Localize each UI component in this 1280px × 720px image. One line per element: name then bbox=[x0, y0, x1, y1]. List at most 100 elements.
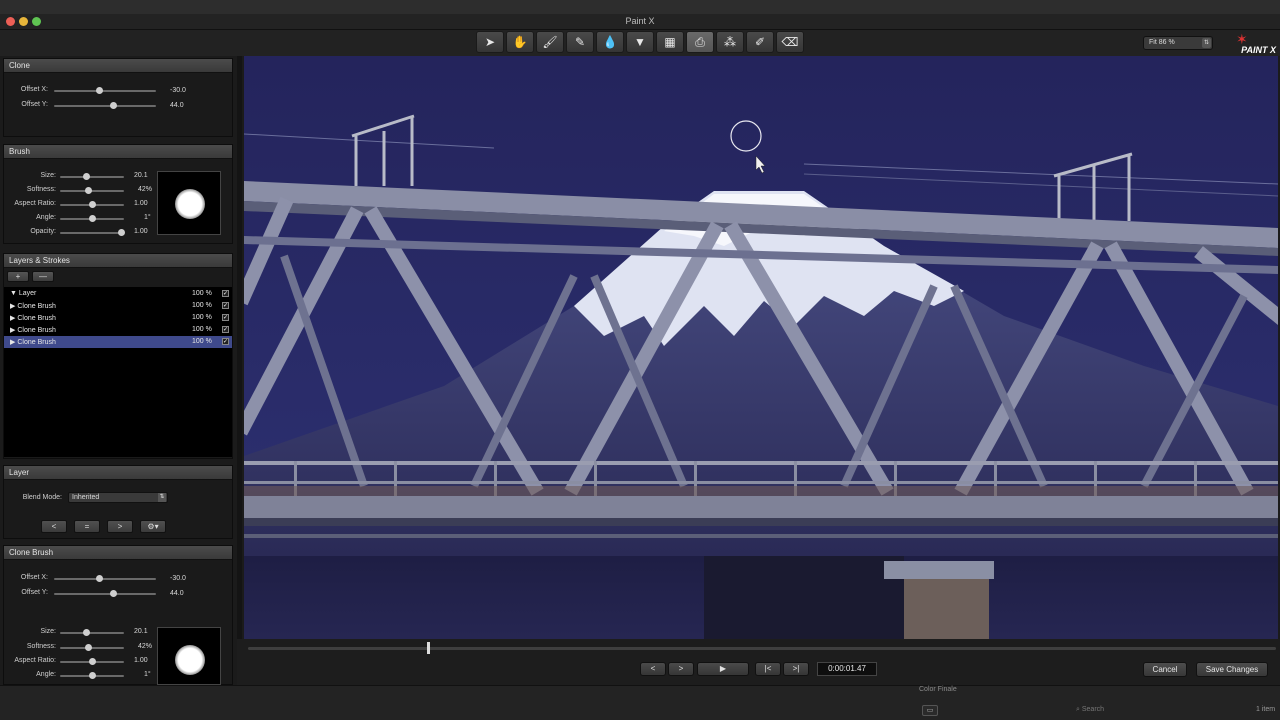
grid-tool-icon[interactable]: ▦ bbox=[656, 31, 684, 53]
clone-brush-panel-title: Clone Brush bbox=[4, 546, 232, 560]
cancel-button[interactable]: Cancel bbox=[1143, 662, 1187, 677]
layer-opacity: 100 % bbox=[192, 338, 212, 345]
slider-knob[interactable] bbox=[110, 102, 117, 109]
cb-offset-x-slider[interactable] bbox=[54, 575, 156, 582]
brush-softness-value[interactable]: 42% bbox=[138, 186, 152, 193]
slider-knob[interactable] bbox=[89, 215, 96, 222]
timeline-scrubber[interactable] bbox=[248, 647, 1276, 650]
select-tool-icon[interactable]: ➤ bbox=[476, 31, 504, 53]
brush-tool-icon[interactable]: 🖌 bbox=[536, 31, 564, 53]
previous-frame-button[interactable]: < bbox=[640, 662, 666, 676]
brush-angle-value[interactable]: 1° bbox=[144, 214, 151, 221]
image-canvas[interactable] bbox=[244, 56, 1278, 639]
timeline-playhead[interactable] bbox=[426, 642, 430, 654]
clone-offset-y-slider[interactable] bbox=[54, 102, 156, 109]
layer-visible-checkbox[interactable]: ✓ bbox=[222, 290, 229, 297]
layer-name: ▶ Clone Brush bbox=[10, 339, 56, 346]
brush-opacity-label: Opacity: bbox=[30, 228, 56, 235]
next-layer-button[interactable]: > bbox=[107, 520, 133, 533]
scatter-tool-icon[interactable]: ⁂ bbox=[716, 31, 744, 53]
brush-size-value[interactable]: 20.1 bbox=[134, 172, 148, 179]
clone-offset-x-slider[interactable] bbox=[54, 87, 156, 94]
list-item[interactable]: ▶ Clone Brush 100 % ✓ bbox=[4, 312, 232, 324]
cb-offset-y-slider[interactable] bbox=[54, 590, 156, 597]
previous-layer-button[interactable]: < bbox=[41, 520, 67, 533]
browser-icon[interactable]: ▭ bbox=[922, 705, 938, 716]
brush-softness-slider[interactable] bbox=[60, 187, 124, 194]
slider-knob[interactable] bbox=[89, 201, 96, 208]
slider-knob[interactable] bbox=[96, 575, 103, 582]
list-item-selected[interactable]: ▶ Clone Brush 100 % ✓ bbox=[4, 336, 232, 348]
brush-panel-title: Brush bbox=[4, 145, 232, 159]
save-changes-button[interactable]: Save Changes bbox=[1196, 662, 1268, 677]
cb-offset-x-value[interactable]: -30.0 bbox=[170, 575, 186, 582]
host-search-input[interactable]: ⌕ Search bbox=[1076, 706, 1236, 717]
slider-knob[interactable] bbox=[83, 629, 90, 636]
layer-name: ▶ Clone Brush bbox=[10, 327, 56, 334]
brush-aspect-value[interactable]: 1.00 bbox=[134, 200, 148, 207]
go-to-end-button[interactable]: >| bbox=[783, 662, 809, 676]
cb-angle-slider[interactable] bbox=[60, 672, 124, 679]
center-layer-button[interactable]: = bbox=[74, 520, 100, 533]
brush-angle-slider[interactable] bbox=[60, 215, 124, 222]
layer-visible-checkbox[interactable]: ✓ bbox=[222, 338, 229, 345]
slider-knob[interactable] bbox=[85, 187, 92, 194]
host-plugin-label: Color Finale bbox=[919, 686, 957, 693]
cb-aspect-slider[interactable] bbox=[60, 658, 124, 665]
blend-mode-select[interactable]: Inherited ⇅ bbox=[68, 492, 168, 503]
fill-tool-icon[interactable]: ▼ bbox=[626, 31, 654, 53]
cb-size-value[interactable]: 20.1 bbox=[134, 628, 148, 635]
brush-softness-label: Softness: bbox=[26, 186, 56, 193]
panel-divider bbox=[237, 56, 242, 639]
clone-offset-y-value[interactable]: 44.0 bbox=[170, 102, 184, 109]
add-layer-button[interactable]: + bbox=[7, 271, 29, 282]
cb-size-slider[interactable] bbox=[60, 629, 124, 636]
hand-tool-icon[interactable]: ✋ bbox=[506, 31, 534, 53]
layer-visible-checkbox[interactable]: ✓ bbox=[222, 302, 229, 309]
cb-softness-slider[interactable] bbox=[60, 644, 124, 651]
clone-stamp-tool-icon[interactable]: ⎙ bbox=[686, 31, 714, 53]
slider-knob[interactable] bbox=[118, 229, 125, 236]
layer-name: ▶ Clone Brush bbox=[10, 315, 56, 322]
remove-layer-button[interactable]: — bbox=[32, 271, 54, 282]
color-brush-tool-icon[interactable]: ✎ bbox=[566, 31, 594, 53]
go-to-start-button[interactable]: |< bbox=[755, 662, 781, 676]
list-item[interactable]: ▶ Clone Brush 100 % ✓ bbox=[4, 324, 232, 336]
layer-opacity: 100 % bbox=[192, 290, 212, 297]
slider-knob[interactable] bbox=[96, 87, 103, 94]
chevron-updown-icon: ⇅ bbox=[1202, 38, 1211, 48]
layer-opacity: 100 % bbox=[192, 314, 212, 321]
list-item[interactable]: ▼ Layer 100 % ✓ bbox=[4, 288, 232, 300]
slider-knob[interactable] bbox=[89, 672, 96, 679]
brush-angle-label: Angle: bbox=[36, 214, 56, 221]
list-item[interactable]: ▶ Clone Brush 100 % ✓ bbox=[4, 300, 232, 312]
chevron-updown-icon: ⇅ bbox=[158, 493, 166, 502]
layer-visible-checkbox[interactable]: ✓ bbox=[222, 326, 229, 333]
slider-knob[interactable] bbox=[83, 173, 90, 180]
cb-softness-value[interactable]: 42% bbox=[138, 643, 152, 650]
brush-opacity-value[interactable]: 1.00 bbox=[134, 228, 148, 235]
slider-knob[interactable] bbox=[85, 644, 92, 651]
brush-opacity-slider[interactable] bbox=[60, 229, 125, 236]
cb-offset-y-value[interactable]: 44.0 bbox=[170, 590, 184, 597]
paint-x-app: Paint X ➤ ✋ 🖌 ✎ 💧 ▼ ▦ ⎙ ⁂ ✐ ⌫ Fit 86 % ⇅… bbox=[0, 0, 1280, 720]
zoom-select[interactable]: Fit 86 % ⇅ bbox=[1143, 36, 1213, 50]
play-icon[interactable]: ▶ bbox=[697, 662, 749, 676]
cb-aspect-value[interactable]: 1.00 bbox=[134, 657, 148, 664]
eraser-tool-icon[interactable]: ⌫ bbox=[776, 31, 804, 53]
layer-visible-checkbox[interactable]: ✓ bbox=[222, 314, 229, 321]
slider-knob[interactable] bbox=[89, 658, 96, 665]
clone-panel-title: Clone bbox=[4, 59, 232, 73]
gear-icon[interactable]: ⚙▾ bbox=[140, 520, 166, 533]
layer-panel-title: Layer bbox=[4, 466, 232, 480]
slider-knob[interactable] bbox=[110, 590, 117, 597]
clone-panel: Clone bbox=[3, 58, 233, 137]
clone-offset-x-value[interactable]: -30.0 bbox=[170, 87, 186, 94]
cb-angle-value[interactable]: 1° bbox=[144, 671, 151, 678]
brush-size-slider[interactable] bbox=[60, 173, 124, 180]
smudge-tool-icon[interactable]: ✐ bbox=[746, 31, 774, 53]
drop-tool-icon[interactable]: 💧 bbox=[596, 31, 624, 53]
next-frame-button[interactable]: > bbox=[668, 662, 694, 676]
timecode-field[interactable]: 0:00:01.47 bbox=[817, 662, 877, 676]
brush-aspect-slider[interactable] bbox=[60, 201, 124, 208]
